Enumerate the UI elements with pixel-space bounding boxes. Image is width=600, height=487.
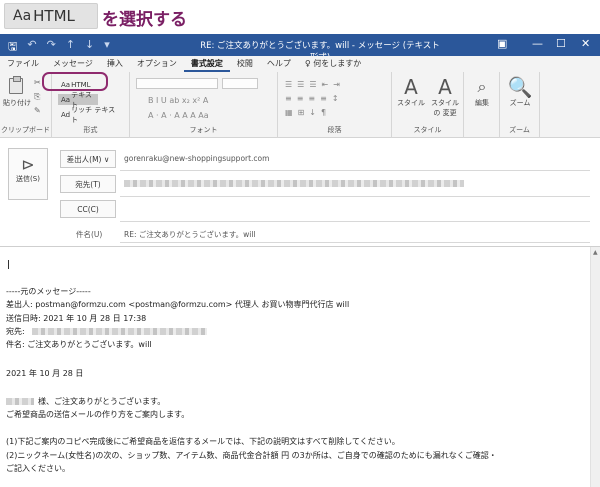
plain-text-format-button[interactable]: Aa テキスト (58, 91, 98, 109)
zoom-label: ズーム (509, 99, 531, 107)
close-button[interactable]: ✕ (581, 37, 590, 50)
change-styles-icon: A (438, 75, 452, 99)
from-button[interactable]: 差出人(M) ∨ (60, 150, 116, 168)
zoom-icon: 🔍 (507, 75, 533, 99)
tab-help[interactable]: ヘルプ (260, 56, 298, 72)
paste-icon[interactable] (9, 76, 23, 94)
subject-divider (120, 242, 590, 243)
from-field[interactable]: gorenraku@new-shoppingsupport.com (124, 154, 269, 163)
body-line: ご希望商品の送信メールの作り方をご案内します。 (6, 410, 190, 419)
from-divider (120, 170, 590, 171)
cc-button[interactable]: CC(C) (60, 200, 116, 218)
undo-icon[interactable]: ↶ (27, 38, 36, 57)
edit-button[interactable]: ⌕ 編集 (466, 76, 498, 108)
text-caret (8, 260, 9, 269)
to-button[interactable]: 宛先(T) (60, 175, 116, 193)
subject-label: 件名(U) (76, 230, 103, 239)
body-line: ご記入ください。 (6, 464, 70, 473)
font-name-dropdown[interactable] (136, 78, 218, 89)
save-icon[interactable]: 🖫 (8, 38, 17, 57)
font-style-row[interactable]: B I U ab x₂ x² A (148, 94, 208, 106)
font-color-row[interactable]: A · A · A A A Aa (148, 109, 209, 121)
font-size-dropdown[interactable] (222, 78, 258, 89)
align-buttons-row[interactable]: ≡ ≡ ≡ ≡ ↕ (285, 94, 339, 103)
caption-text: を選択する (102, 10, 187, 30)
tab-format-text[interactable]: 書式設定 (183, 56, 230, 72)
ribbon-tabs: ファイル メッセージ 挿入 オプション 書式設定 校閲 ヘルプ ♀ 何をしますか (0, 56, 600, 72)
cut-icon[interactable]: ✂ (34, 78, 41, 87)
body-line: 宛先: (6, 327, 25, 336)
styles-label: スタイル (397, 99, 425, 107)
paragraph-group-label: 段落 (327, 126, 342, 134)
body-line: 件名: ご注文ありがとうございます。will (6, 340, 152, 349)
body-line: 2021 年 10 月 28 日 (6, 369, 84, 378)
send-button[interactable]: ⊳ 送信(S) (8, 148, 48, 200)
zoom-group-label: ズーム (509, 126, 530, 134)
vertical-scrollbar[interactable]: ▲ (590, 247, 600, 487)
font-group-label: フォント (189, 126, 218, 134)
body-line: 送信日時: 2021 年 10 月 28 日 17:38 (6, 314, 147, 323)
change-styles-button[interactable]: A スタイルの 変更 (428, 76, 462, 118)
html-format-chip: Aa HTML (4, 3, 98, 29)
minimize-button[interactable]: — (532, 37, 543, 50)
format-painter-icon[interactable]: ✎ (34, 106, 41, 115)
zoom-button[interactable]: 🔍 ズーム (503, 76, 537, 108)
edit-label: 編集 (475, 99, 489, 107)
aa-glyph: Aa (13, 8, 32, 24)
shading-buttons-row[interactable]: ▦ ⊞ ↓ ¶ (285, 108, 326, 117)
customize-icon[interactable]: ▾ (104, 38, 110, 57)
body-line: (1)下記ご案内のコピペ完成後にご希望商品を返信するメールでは、下記の説明文はす… (6, 437, 400, 446)
maximize-button[interactable]: ☐ (556, 37, 566, 50)
clipboard-group-label: クリップボード (1, 126, 50, 134)
styles-button[interactable]: A スタイル (396, 76, 426, 108)
to-field-redacted[interactable] (124, 180, 464, 187)
body-line: 様、ご注文ありがとうございます。 (38, 397, 166, 406)
highlight-ring (42, 72, 108, 91)
style-group-label: スタイル (413, 126, 442, 134)
copy-icon[interactable]: ⎘ (34, 92, 40, 102)
scroll-up-icon[interactable]: ▲ (593, 249, 598, 256)
styles-icon: A (404, 75, 418, 99)
tab-file[interactable]: ファイル (0, 56, 46, 72)
send-icon: ⊳ (21, 155, 35, 174)
body-line: -----元のメッセージ----- (6, 287, 91, 296)
chip-label: HTML (33, 7, 75, 25)
tab-review[interactable]: 校閲 (230, 56, 260, 72)
quick-access-toolbar: 🖫 ↶ ↷ ↑ ↓ ▾ (8, 38, 110, 57)
rich-text-label: リッチ テキスト (71, 105, 116, 124)
list-buttons-row[interactable]: ☰ ☰ ☰ ⇤ ⇥ (285, 80, 340, 89)
tab-insert[interactable]: 挿入 (100, 56, 130, 72)
body-separator (0, 246, 600, 247)
aa-glyph: Ad (61, 110, 71, 119)
paste-button[interactable]: 貼り付け (3, 98, 31, 108)
ribbon-display-icon[interactable]: ▣ (497, 37, 507, 50)
up-arrow-icon[interactable]: ↑ (66, 38, 75, 57)
tab-message[interactable]: メッセージ (46, 56, 100, 72)
title-bar: 🖫 ↶ ↷ ↑ ↓ ▾ RE: ご注文ありがとうございます。will - メッセ… (0, 34, 600, 63)
rich-text-format-button[interactable]: Ad リッチ テキスト (58, 106, 116, 124)
subject-field[interactable]: RE: ご注文ありがとうございます。will (124, 229, 256, 240)
body-line: 差出人: postman@formzu.com <postman@formzu.… (6, 300, 350, 309)
to-divider (120, 196, 590, 197)
send-label: 送信(S) (16, 175, 40, 183)
recipient-redacted (32, 328, 207, 335)
aa-glyph: Aa (61, 95, 71, 104)
tell-me-search[interactable]: ♀ 何をしますか (298, 56, 368, 72)
redo-icon[interactable]: ↷ (47, 38, 56, 57)
magnifier-icon: ⌕ (477, 77, 487, 96)
format-group-label: 形式 (83, 126, 98, 134)
instruction-caption: Aa HTML を選択する (0, 0, 600, 34)
cc-divider (120, 221, 590, 222)
body-line: (2)ニックネーム(女性名)の次の、ショップ数、アイテム数、商品代金合計額 円 … (6, 451, 497, 460)
down-arrow-icon[interactable]: ↓ (85, 38, 94, 57)
tab-options[interactable]: オプション (130, 56, 184, 72)
name-redacted (6, 398, 34, 405)
change-styles-label: スタイルの 変更 (431, 99, 459, 117)
